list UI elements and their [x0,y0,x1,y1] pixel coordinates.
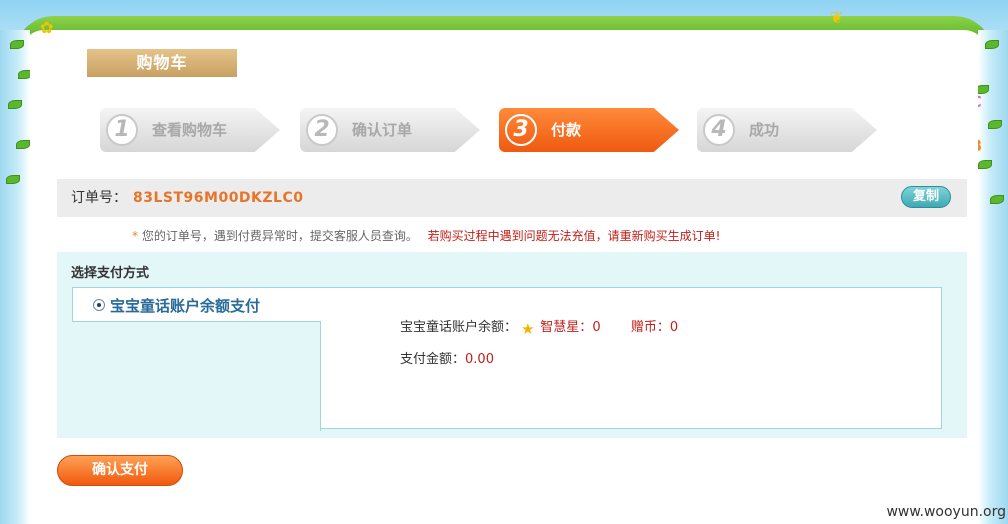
step-label: 付款 [551,121,582,139]
leaf-icon [988,120,1002,129]
order-bar: 订单号： 83LST96M00DKZLC0 复制 [57,179,967,217]
step-payment: 3 付款 [499,108,679,152]
amount-value: 0.00 [465,352,494,367]
notice-text: 您的订单号，遇到付费异常时，提交客服人员查询。 [141,229,418,243]
step-number: 1 [106,114,138,146]
notice-warning: 若购买过程中遇到问题无法充值，请重新购买生成订单! [427,229,721,243]
leaf-icon [6,175,20,184]
leaf-icon [8,100,22,109]
leaf-icon [985,40,999,49]
leaf-icon [990,195,1004,204]
payment-method-section: 选择支付方式 宝宝童话账户余额支付 宝宝童话账户余额： ★ 智慧星：0 赠币：0… [57,252,967,438]
order-label: 订单号： [71,190,127,206]
leaf-icon [10,40,24,49]
order-notice: * 您的订单号，遇到付费异常时，提交客服人员查询。 若购买过程中遇到问题无法充值… [132,227,721,244]
step-number: 3 [505,114,537,146]
balance-label: 宝宝童话账户余额： [400,320,518,335]
amount-label: 支付金额： [400,352,466,367]
confirm-payment-button[interactable]: 确认支付 [57,455,183,486]
step-label: 确认订单 [352,121,413,139]
checkout-steps: 1 查看购物车 2 确认订单 3 付款 4 成功 [100,108,900,154]
right-vine-border [978,30,1008,524]
flower-icon: ✿ [40,18,54,37]
butterfly-icon: ❦ [830,8,844,27]
order-number: 83LST96M00DKZLC0 [133,190,304,206]
copy-button[interactable]: 复制 [901,186,951,208]
coin-label: 赠币： [630,320,670,335]
step-view-cart: 1 查看购物车 [100,108,280,152]
section-title: 选择支付方式 [71,266,150,281]
payment-tab-filler [72,321,321,431]
leaf-icon [978,160,992,169]
page-title: 购物车 [87,49,237,77]
balance-pay-radio[interactable] [93,299,105,311]
step-number: 2 [306,114,338,146]
balance-pay-option[interactable]: 宝宝童话账户余额支付 [110,295,260,316]
leaf-icon [16,140,30,149]
step-confirm-order: 2 确认订单 [300,108,480,152]
step-label: 成功 [749,121,780,139]
payment-panel: 宝宝童话账户余额支付 宝宝童话账户余额： ★ 智慧星：0 赠币：0 支付金额：0… [72,287,942,431]
step-success: 4 成功 [697,108,877,152]
step-number: 4 [703,114,735,146]
amount-line: 支付金额：0.00 [400,348,494,367]
balance-line: 宝宝童话账户余额： ★ 智慧星：0 赠币：0 [400,316,678,337]
wisdom-star-value: 0 [592,320,601,335]
wisdom-star-label: 智慧星： [540,320,593,335]
asterisk: * [132,229,138,243]
watermark: www.wooyun.org [886,504,1006,520]
star-icon: ★ [521,320,535,338]
coin-value: 0 [669,320,679,335]
step-label: 查看购物车 [152,121,228,139]
